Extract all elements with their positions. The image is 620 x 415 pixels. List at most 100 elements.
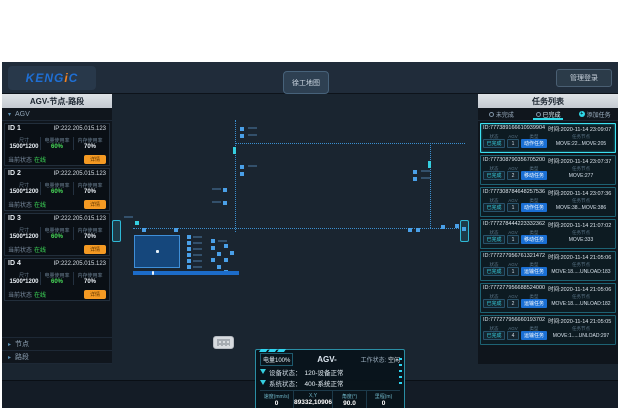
agv-detail-button[interactable]: 详情 xyxy=(84,200,106,209)
group-nodes[interactable]: ▸ 节点 xyxy=(2,338,112,351)
task-status-cell: 状态 已完成 xyxy=(483,326,505,340)
agv-battery-usage: 电量使用率 60% xyxy=(41,137,74,150)
map-canvas[interactable] xyxy=(112,94,478,380)
map-node[interactable] xyxy=(413,177,417,181)
map-node[interactable] xyxy=(187,265,191,269)
task-row[interactable]: ID:777277956660193702 时间:2020-11-14 21:0… xyxy=(480,315,616,345)
tab-label: 已完成 xyxy=(543,110,561,119)
brand-logo: KENGiC xyxy=(8,66,96,90)
task-type-cell: 类型 运输任务 xyxy=(521,262,547,276)
agv-ip: IP:222.205.015.123 xyxy=(54,216,106,222)
agv-status: 当前状态在线 xyxy=(8,200,46,209)
map-node-label xyxy=(193,236,202,238)
task-tabs: 未完成 已完成 + 添加任务 xyxy=(478,108,618,121)
map-node[interactable] xyxy=(211,239,215,243)
map-node[interactable] xyxy=(240,134,244,138)
map-node[interactable] xyxy=(233,147,236,154)
task-tab-finished[interactable]: 已完成 xyxy=(525,108,572,120)
task-row[interactable]: ID:777277956761321472 时间:2020-11-14 21:0… xyxy=(480,251,616,281)
agv-memory-usage: 内存使用率 70% xyxy=(74,272,106,285)
task-list-panel: 任务列表 未完成 已完成 + 添加任务 ID:77738916661093990… xyxy=(478,94,618,364)
agv-id: ID 1 xyxy=(8,125,21,132)
group-agv-label: AGV xyxy=(15,111,30,118)
agv-card[interactable]: ID 4 IP:222.205.015.123 尺寸 1500*1200 电量使… xyxy=(4,258,110,301)
agv-id: ID 4 xyxy=(8,260,21,267)
agv-card[interactable]: ID 2 IP:222.205.015.123 尺寸 1500*1200 电量使… xyxy=(4,168,110,211)
agv-card[interactable]: ID 3 IP:222.205.015.123 尺寸 1500*1200 电量使… xyxy=(4,213,110,256)
map-node[interactable] xyxy=(240,165,244,169)
map-node[interactable] xyxy=(240,172,244,176)
map-node[interactable] xyxy=(223,201,227,205)
task-agv-cell: AGV 1 xyxy=(507,262,519,276)
agv-card[interactable]: ID 1 IP:222.205.015.123 尺寸 1500*1200 电量使… xyxy=(4,123,110,166)
right-panel-collapse-handle[interactable] xyxy=(460,220,469,242)
map-node[interactable] xyxy=(230,251,234,255)
admin-login-button[interactable]: 管理登录 xyxy=(556,69,612,87)
map-node-label xyxy=(248,165,257,167)
map-node[interactable] xyxy=(187,247,191,251)
map-node[interactable] xyxy=(441,225,445,229)
map-node-label xyxy=(124,216,133,218)
task-row[interactable]: ID:777278444223332362 时间:2020-11-14 21:0… xyxy=(480,219,616,249)
chevron-down-icon: ▾ xyxy=(8,111,11,118)
task-id: ID:777389166610939904 xyxy=(483,125,545,133)
map-node[interactable] xyxy=(187,235,191,239)
map-node[interactable] xyxy=(142,228,146,232)
map-node[interactable] xyxy=(223,188,227,192)
map-node[interactable] xyxy=(187,241,191,245)
task-agv-cell: AGV 1 xyxy=(507,134,519,148)
agv-detail-button[interactable]: 详情 xyxy=(84,245,106,254)
task-tab-add[interactable]: + 添加任务 xyxy=(571,108,618,120)
task-row[interactable]: ID:777308790356705200 时间:2020-11-14 23:0… xyxy=(480,155,616,185)
task-type-badge: 运输任务 xyxy=(521,331,547,340)
agv-card-list: ID 1 IP:222.205.015.123 尺寸 1500*1200 电量使… xyxy=(2,121,112,303)
telemetry-stat: 里程(m) 0 xyxy=(367,391,400,408)
task-nodes-value: MOVE:277 xyxy=(549,171,613,180)
task-agv-badge: 4 xyxy=(507,331,519,340)
keyboard-button[interactable] xyxy=(213,336,234,349)
agv-detail-button[interactable]: 详情 xyxy=(84,155,106,164)
device-status: 设备状态：120-设备正常 xyxy=(260,366,400,377)
map-node[interactable] xyxy=(240,127,244,131)
map-node[interactable] xyxy=(187,253,191,257)
map-node[interactable] xyxy=(413,170,417,174)
telemetry-stat: 速度(mm/s) 0 xyxy=(260,391,294,408)
task-row[interactable]: ID:777277956688524000 时间:2020-11-14 21:0… xyxy=(480,283,616,313)
group-agv[interactable]: ▾ AGV xyxy=(2,108,112,121)
task-id: ID:777277956688524000 xyxy=(483,285,545,293)
battery-level: 电量100% xyxy=(260,353,293,366)
task-nodes-value: MOVE:18.....UNLOAD:183 xyxy=(549,267,613,276)
task-nodes-cell: 任务节点 MOVE:1.....UNLOAD:297 xyxy=(549,326,613,340)
map-title-tab[interactable]: 徐工地图 xyxy=(283,71,329,94)
map-node[interactable] xyxy=(408,228,412,232)
map-node[interactable] xyxy=(217,265,221,269)
task-nodes-cell: 任务节点 MOVE:38...MOVE:386 xyxy=(549,198,613,212)
chevron-right-icon: ▸ xyxy=(8,341,11,348)
map-node-label xyxy=(421,177,430,179)
map-node[interactable] xyxy=(174,228,178,232)
map-node[interactable] xyxy=(416,228,420,232)
task-row[interactable]: ID:777389166610939904 时间:2020-11-14 23:0… xyxy=(480,123,616,153)
agv-detail-button[interactable]: 详情 xyxy=(84,290,106,299)
task-status-badge: 已完成 xyxy=(483,171,505,180)
map-node[interactable] xyxy=(217,252,221,256)
left-panel-collapse-handle[interactable] xyxy=(112,220,121,242)
map-node[interactable] xyxy=(135,221,139,225)
map-node[interactable] xyxy=(224,244,228,248)
task-agv-badge: 1 xyxy=(507,235,519,244)
task-nodes-cell: 任务节点 MOVE:18.....UNLOAD:183 xyxy=(549,262,613,276)
map-node[interactable] xyxy=(211,246,215,250)
map-node[interactable] xyxy=(224,258,228,262)
agv-memory-usage: 内存使用率 70% xyxy=(74,137,106,150)
group-roads[interactable]: ▸ 路段 xyxy=(2,351,112,364)
map-node[interactable] xyxy=(211,258,215,262)
task-tab-unfinished[interactable]: 未完成 xyxy=(478,108,525,120)
map-node[interactable] xyxy=(455,224,459,228)
task-row[interactable]: ID:777308784648257536 时间:2020-11-14 23:0… xyxy=(480,187,616,217)
task-nodes-cell: 任务节点 MOVE:22...MOVE:205 xyxy=(549,134,613,148)
map-node-label xyxy=(248,134,257,136)
map-node[interactable] xyxy=(187,259,191,263)
map-node-label xyxy=(193,266,202,268)
map-node[interactable] xyxy=(428,161,431,168)
agv-status-panel: 电量100% AGV- 工作状态: 空闲 设备状态：120-设备正常 系统状态：… xyxy=(255,349,405,408)
